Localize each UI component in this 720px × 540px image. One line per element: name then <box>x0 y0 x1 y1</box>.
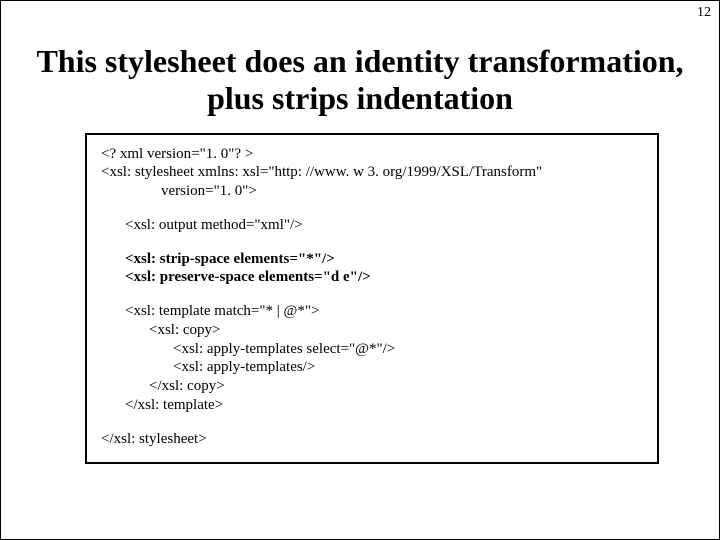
code-line: <xsl: copy> <box>101 321 643 340</box>
slide-page: 12 This stylesheet does an identity tran… <box>0 0 720 540</box>
code-line: <xsl: stylesheet xmlns: xsl="http: //www… <box>101 163 643 182</box>
code-listing: <? xml version="1. 0"? > <xsl: styleshee… <box>85 133 659 465</box>
code-line: <xsl: apply-templates select="@*"/> <box>101 340 643 359</box>
code-line: <? xml version="1. 0"? > <box>101 145 643 164</box>
page-number: 12 <box>697 5 711 21</box>
code-line: <xsl: apply-templates/> <box>101 358 643 377</box>
code-blank <box>101 201 643 216</box>
code-line: </xsl: stylesheet> <box>101 430 643 449</box>
slide-title: This stylesheet does an identity transfo… <box>1 43 719 117</box>
code-line: <xsl: template match="* | @*"> <box>101 302 643 321</box>
code-line: <xsl: preserve-space elements="d e"/> <box>101 268 643 287</box>
code-blank <box>101 415 643 430</box>
code-blank <box>101 287 643 302</box>
code-blank <box>101 235 643 250</box>
code-line: <xsl: strip-space elements="*"/> <box>101 250 643 269</box>
code-line: <xsl: output method="xml"/> <box>101 216 643 235</box>
code-line: </xsl: copy> <box>101 377 643 396</box>
code-line: version="1. 0"> <box>101 182 643 201</box>
code-line: </xsl: template> <box>101 396 643 415</box>
